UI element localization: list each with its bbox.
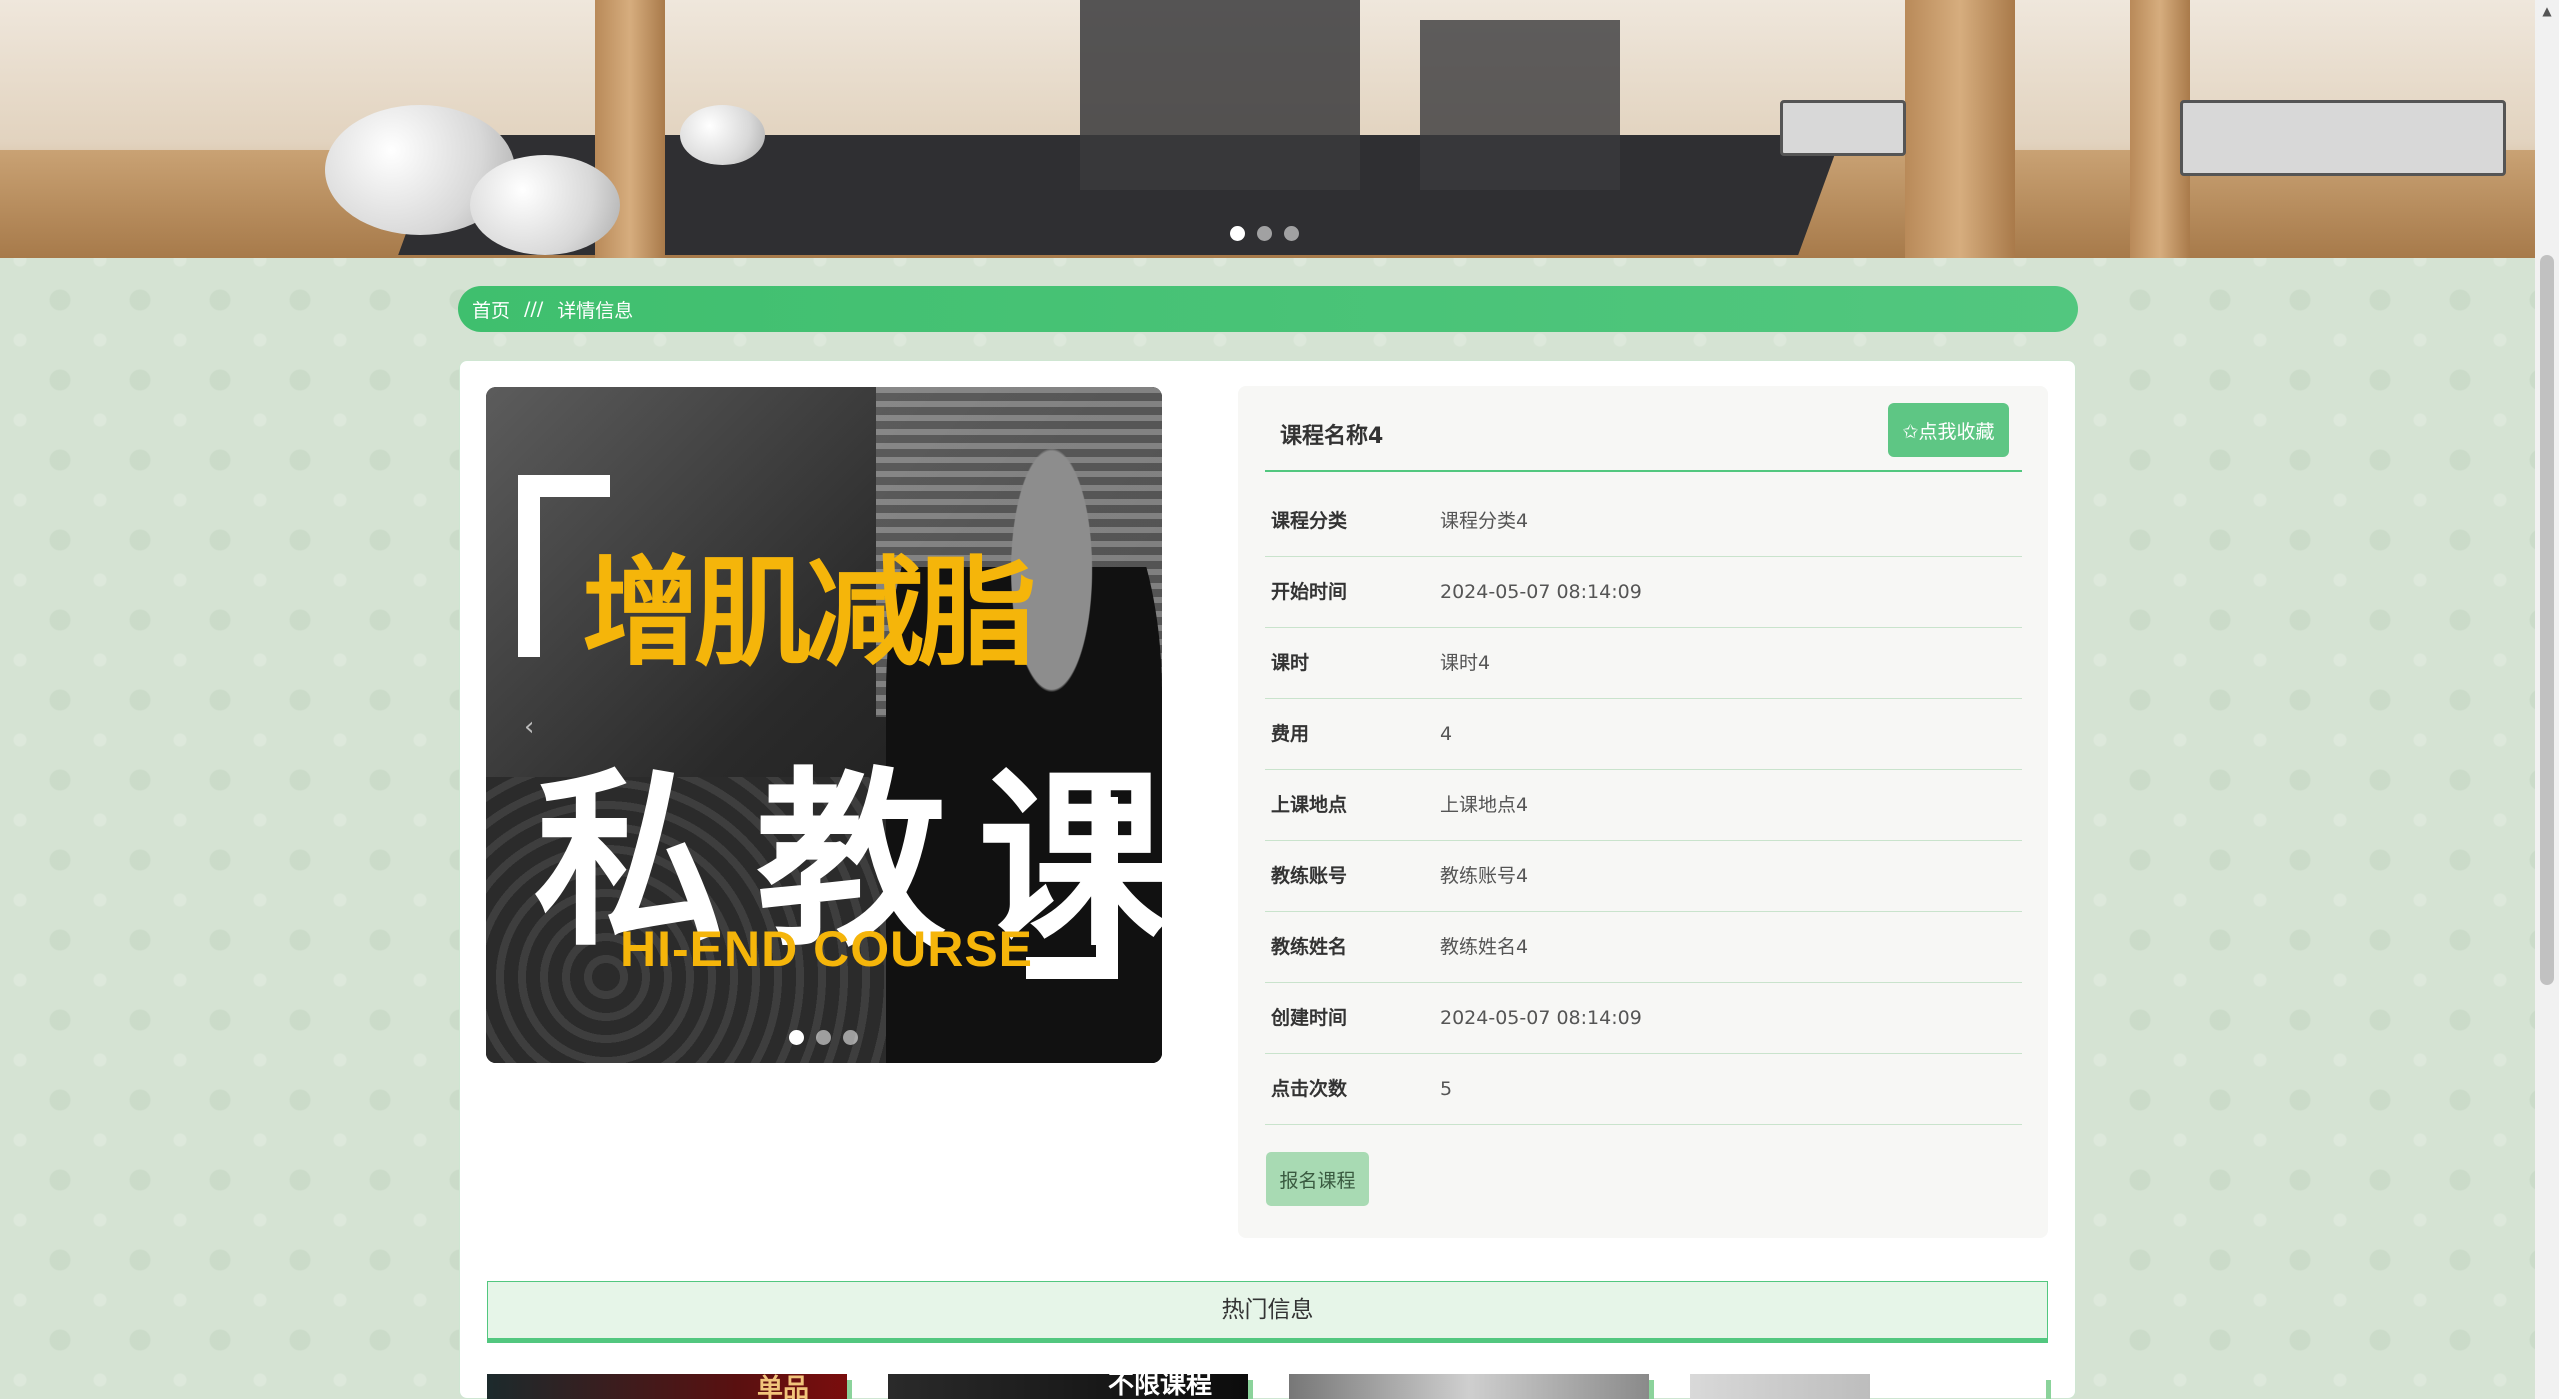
field-value: 教练姓名4 bbox=[1440, 936, 1529, 958]
banner-treadmill bbox=[1780, 100, 1906, 156]
banner-indicator-dot[interactable] bbox=[1230, 226, 1245, 241]
field-label: 教练姓名 bbox=[1271, 936, 1348, 958]
field-row-coach-name: 教练姓名 教练姓名4 bbox=[1265, 912, 2022, 983]
course-image-carousel[interactable]: 增肌减脂 私教课 HI-END COURSE ‹ bbox=[486, 387, 1162, 1063]
field-value: 课时4 bbox=[1440, 652, 1491, 674]
field-label: 教练账号 bbox=[1271, 865, 1348, 887]
field-label: 点击次数 bbox=[1271, 1078, 1348, 1100]
banner-machine bbox=[1420, 20, 1620, 190]
enroll-button[interactable]: 报名课程 bbox=[1266, 1152, 1369, 1206]
field-value: 5 bbox=[1440, 1078, 1453, 1100]
hot-item-accent bbox=[2046, 1380, 2051, 1399]
banner-machine bbox=[1080, 0, 1360, 190]
banner-indicator-dot[interactable] bbox=[1284, 226, 1299, 241]
field-value: 课程分类4 bbox=[1440, 510, 1529, 532]
hot-item-thumb-text: 不限课程 bbox=[1108, 1374, 1213, 1399]
field-row-category: 课程分类 课程分类4 bbox=[1265, 486, 2022, 557]
carousel-prev-arrow-icon[interactable]: ‹ bbox=[524, 712, 534, 742]
field-value: 2024-05-07 08:14:09 bbox=[1440, 581, 1642, 603]
course-image-indicator-dot[interactable] bbox=[843, 1030, 858, 1045]
breadcrumb-home-link[interactable]: 首页 bbox=[472, 296, 510, 323]
field-row-click-count: 点击次数 5 bbox=[1265, 1054, 2022, 1125]
banner-indicators[interactable] bbox=[1230, 226, 1299, 241]
field-label: 创建时间 bbox=[1271, 1007, 1348, 1029]
hot-item-thumbnail[interactable]: 不限课程 bbox=[888, 1374, 1248, 1399]
breadcrumb-separator: /// bbox=[524, 298, 544, 320]
field-label: 开始时间 bbox=[1271, 581, 1348, 603]
hot-item-thumbnail[interactable] bbox=[1690, 1374, 1870, 1399]
course-image-indicator-dot[interactable] bbox=[789, 1030, 804, 1045]
course-name: 课程名称4 bbox=[1280, 424, 1384, 449]
breadcrumb-current: 详情信息 bbox=[557, 299, 634, 322]
scroll-thumb[interactable] bbox=[2540, 255, 2554, 985]
banner-treadmill bbox=[2180, 100, 2506, 176]
banner-ball bbox=[470, 155, 620, 255]
field-row-fee: 费用 4 bbox=[1265, 699, 2022, 770]
field-label: 费用 bbox=[1271, 723, 1310, 745]
field-value: 上课地点4 bbox=[1440, 794, 1529, 816]
scroll-up-arrow-icon[interactable]: ▲ bbox=[2535, 0, 2559, 22]
banner-indicator-dot[interactable] bbox=[1257, 226, 1272, 241]
banner-carousel[interactable] bbox=[0, 0, 2535, 258]
field-row-start-time: 开始时间 2024-05-07 08:14:09 bbox=[1265, 557, 2022, 628]
banner-pillar bbox=[1905, 0, 2015, 258]
hot-item-accent bbox=[1248, 1380, 1253, 1399]
hot-item-thumb-text: 单品 bbox=[757, 1374, 810, 1399]
field-label: 上课地点 bbox=[1271, 794, 1348, 816]
field-row-created-time: 创建时间 2024-05-07 08:14:09 bbox=[1265, 983, 2022, 1054]
field-value: 2024-05-07 08:14:09 bbox=[1440, 1007, 1642, 1029]
course-image-headline: 增肌减脂 bbox=[582, 544, 1036, 682]
hot-info-header: 热门信息 bbox=[487, 1281, 2048, 1343]
hot-item-accent bbox=[1649, 1380, 1654, 1399]
favorite-button[interactable]: ✩点我收藏 bbox=[1888, 403, 2009, 457]
field-value: 4 bbox=[1440, 723, 1453, 745]
hot-item-accent bbox=[847, 1380, 852, 1399]
field-row-class-hours: 课时 课时4 bbox=[1265, 628, 2022, 699]
course-image-subtitle: HI-END COURSE bbox=[620, 921, 1034, 977]
field-label: 课程分类 bbox=[1271, 510, 1348, 532]
field-row-coach-account: 教练账号 教练账号4 bbox=[1265, 841, 2022, 912]
hot-item-thumbnail[interactable]: 单品 bbox=[487, 1374, 847, 1399]
breadcrumb: 首页 /// 详情信息 bbox=[458, 286, 2078, 332]
course-image-indicator-dot[interactable] bbox=[816, 1030, 831, 1045]
field-value: 教练账号4 bbox=[1440, 865, 1529, 887]
field-row-location: 上课地点 上课地点4 bbox=[1265, 770, 2022, 841]
field-label: 课时 bbox=[1271, 652, 1310, 674]
page-scrollbar[interactable]: ▲ bbox=[2535, 0, 2559, 1399]
course-image-indicators[interactable] bbox=[789, 1030, 858, 1045]
hot-item-thumbnail[interactable] bbox=[1289, 1374, 1649, 1399]
banner-ball bbox=[680, 105, 765, 165]
